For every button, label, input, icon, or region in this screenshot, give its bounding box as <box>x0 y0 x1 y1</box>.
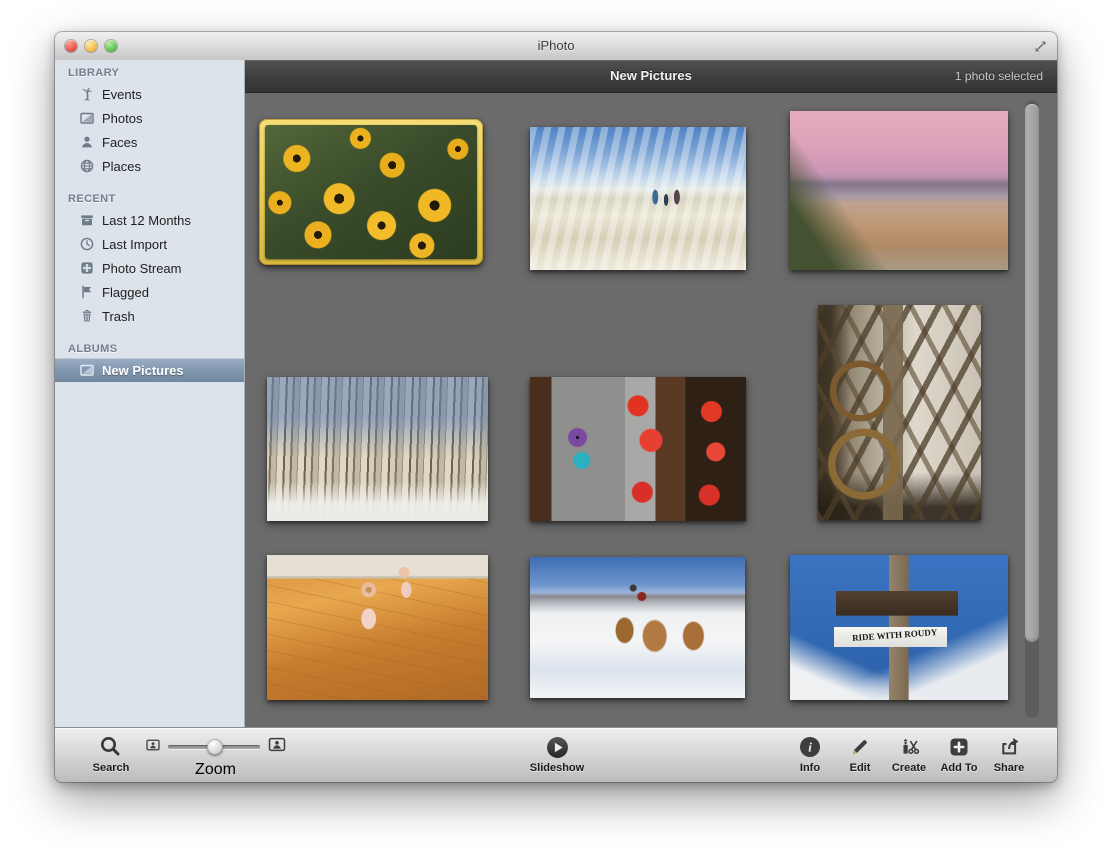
sidebar-item-label: Photos <box>102 111 142 126</box>
scrollbar-track[interactable] <box>1025 100 1039 718</box>
sidebar-item-events[interactable]: Events <box>55 82 244 106</box>
zoom-out-icon[interactable] <box>146 738 160 756</box>
sidebar-item-label: Last 12 Months <box>102 213 191 228</box>
photo-stream-icon <box>79 260 95 276</box>
sign-text: RIDE WITH ROUDY <box>838 626 952 644</box>
create-label: Create <box>892 762 926 774</box>
photo-yellow-flowers[interactable] <box>265 125 477 259</box>
sidebar-item-label: Photo Stream <box>102 261 182 276</box>
scrollbar-thumb[interactable] <box>1025 104 1039 642</box>
sidebar-item-label: Last Import <box>102 237 167 252</box>
search-label: Search <box>93 762 130 774</box>
archive-box-icon <box>79 212 95 228</box>
search-icon <box>99 733 123 761</box>
share-label: Share <box>994 762 1025 774</box>
person-icon <box>79 134 95 150</box>
album-header-bar: New Pictures 1 photo selected <box>245 60 1057 93</box>
pencil-icon <box>849 733 871 761</box>
photo-horse-drawn-sleigh[interactable] <box>530 557 745 698</box>
trash-icon <box>79 308 95 324</box>
titlebar[interactable]: iPhoto <box>55 32 1057 61</box>
sidebar-item-label: New Pictures <box>102 363 184 378</box>
sidebar-item-label: Events <box>102 87 142 102</box>
zoom-slider-knob[interactable] <box>207 739 223 755</box>
zoom-in-icon[interactable] <box>268 737 286 757</box>
sidebar-item-label: Faces <box>102 135 137 150</box>
sidebar-section-recent: RECENT Last 12 Months Last Import Photo … <box>55 190 244 328</box>
selection-status: 1 photo selected <box>955 60 1043 92</box>
palm-tree-icon <box>79 86 95 102</box>
share-icon <box>998 733 1021 761</box>
search-button[interactable]: Search <box>75 733 147 774</box>
sidebar-item-last-12-months[interactable]: Last 12 Months <box>55 208 244 232</box>
info-icon: i <box>799 733 821 761</box>
add-icon <box>948 733 970 761</box>
slideshow-label: Slideshow <box>530 762 584 774</box>
album-icon <box>79 362 95 378</box>
svg-text:i: i <box>808 740 812 755</box>
sidebar-item-label: Places <box>102 159 141 174</box>
content-area: New Pictures 1 photo selected RIDE WITH … <box>245 60 1057 728</box>
create-icon <box>898 733 921 761</box>
photo-family-at-beach[interactable] <box>530 127 746 270</box>
iphoto-window: iPhoto LIBRARY Events Photos Faces <box>55 32 1057 782</box>
photo-grid: RIDE WITH ROUDY <box>245 92 1057 728</box>
sidebar: LIBRARY Events Photos Faces Places <box>55 60 245 728</box>
sidebar-section-library: LIBRARY Events Photos Faces Places <box>55 64 244 178</box>
flag-icon <box>79 284 95 300</box>
slideshow-button[interactable]: Slideshow <box>521 733 593 774</box>
sidebar-item-label: Trash <box>102 309 135 324</box>
globe-icon <box>79 158 95 174</box>
info-label: Info <box>800 762 820 774</box>
selected-photo-frame <box>259 119 483 265</box>
window-title: iPhoto <box>55 32 1057 60</box>
photo-tower-structure[interactable] <box>818 305 981 520</box>
section-header-recent: RECENT <box>55 190 244 208</box>
sidebar-item-places[interactable]: Places <box>55 154 244 178</box>
photo-pink-sunset-beach[interactable] <box>790 111 1008 270</box>
share-button[interactable]: Share <box>973 733 1045 774</box>
add-to-label: Add To <box>940 762 977 774</box>
sidebar-item-faces[interactable]: Faces <box>55 130 244 154</box>
fullscreen-icon[interactable] <box>1033 39 1048 54</box>
photo-aspen-trees-snow[interactable] <box>267 377 488 521</box>
photo-icon <box>79 110 95 126</box>
sidebar-item-photos[interactable]: Photos <box>55 106 244 130</box>
photo-ride-with-roudy-sign[interactable]: RIDE WITH ROUDY <box>790 555 1008 700</box>
zoom-control: Zoom <box>143 733 288 779</box>
photo-toddler-dancing[interactable] <box>267 555 488 700</box>
clock-icon <box>79 236 95 252</box>
sidebar-section-albums: ALBUMS New Pictures <box>55 340 244 382</box>
photo-red-fish-ornaments[interactable] <box>530 377 746 521</box>
album-title: New Pictures <box>245 60 1057 92</box>
sidebar-item-photo-stream[interactable]: Photo Stream <box>55 256 244 280</box>
sidebar-item-trash[interactable]: Trash <box>55 304 244 328</box>
play-icon <box>546 733 569 761</box>
bottom-toolbar: Search Zoom Slideshow i In <box>55 727 1057 782</box>
sidebar-item-new-pictures[interactable]: New Pictures <box>55 358 244 382</box>
zoom-slider[interactable] <box>168 739 260 755</box>
section-header-library: LIBRARY <box>55 64 244 82</box>
screenshot-stage: iPhoto LIBRARY Events Photos Faces <box>0 0 1114 859</box>
sidebar-item-label: Flagged <box>102 285 149 300</box>
zoom-label: Zoom <box>195 761 236 779</box>
edit-label: Edit <box>850 762 871 774</box>
sidebar-item-flagged[interactable]: Flagged <box>55 280 244 304</box>
sidebar-item-last-import[interactable]: Last Import <box>55 232 244 256</box>
section-header-albums: ALBUMS <box>55 340 244 358</box>
